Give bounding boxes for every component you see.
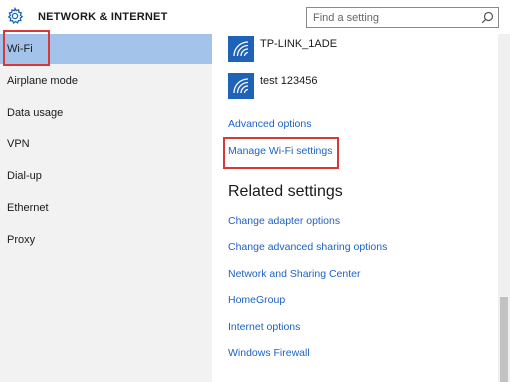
main-panel: TP-LINK_1ADE test 123456 Advanced option… <box>212 34 510 382</box>
wifi-signal-icon <box>228 73 254 99</box>
network-sharing-center-link[interactable]: Network and Sharing Center <box>228 268 361 280</box>
header-bar: NETWORK & INTERNET <box>0 0 510 34</box>
search-box[interactable] <box>306 7 499 28</box>
change-advanced-sharing-link[interactable]: Change advanced sharing options <box>228 241 387 253</box>
page-title: NETWORK & INTERNET <box>38 11 168 23</box>
sidebar-item-label: Ethernet <box>7 202 49 214</box>
internet-options-link[interactable]: Internet options <box>228 321 300 333</box>
sidebar-item-airplane-mode[interactable]: Airplane mode <box>0 66 212 96</box>
wifi-signal-icon <box>228 36 254 62</box>
sidebar: Wi-Fi Airplane mode Data usage VPN Dial-… <box>0 34 212 382</box>
search-input[interactable] <box>307 8 477 27</box>
windows-firewall-link[interactable]: Windows Firewall <box>228 347 310 359</box>
change-adapter-options-link[interactable]: Change adapter options <box>228 215 340 227</box>
advanced-options-link[interactable]: Advanced options <box>228 118 311 130</box>
sidebar-item-ethernet[interactable]: Ethernet <box>0 193 212 223</box>
network-name: TP-LINK_1ADE <box>260 38 338 50</box>
search-icon[interactable] <box>481 11 494 24</box>
sidebar-item-vpn[interactable]: VPN <box>0 129 212 159</box>
scrollbar[interactable] <box>498 34 510 382</box>
sidebar-item-dial-up[interactable]: Dial-up <box>0 161 212 191</box>
sidebar-item-label: Data usage <box>7 107 64 119</box>
highlight-box-wifi <box>3 30 50 66</box>
related-settings-heading: Related settings <box>228 183 343 200</box>
network-name: test 123456 <box>260 75 318 87</box>
sidebar-item-label: VPN <box>7 138 30 150</box>
gear-icon <box>6 6 24 25</box>
homegroup-link[interactable]: HomeGroup <box>228 294 285 306</box>
sidebar-item-label: Airplane mode <box>7 75 78 87</box>
sidebar-item-label: Dial-up <box>7 170 42 182</box>
sidebar-item-data-usage[interactable]: Data usage <box>0 98 212 128</box>
sidebar-item-label: Proxy <box>7 234 36 246</box>
scrollbar-thumb[interactable] <box>500 297 508 382</box>
highlight-box-manage-wifi <box>223 137 339 169</box>
sidebar-item-proxy[interactable]: Proxy <box>0 225 212 255</box>
